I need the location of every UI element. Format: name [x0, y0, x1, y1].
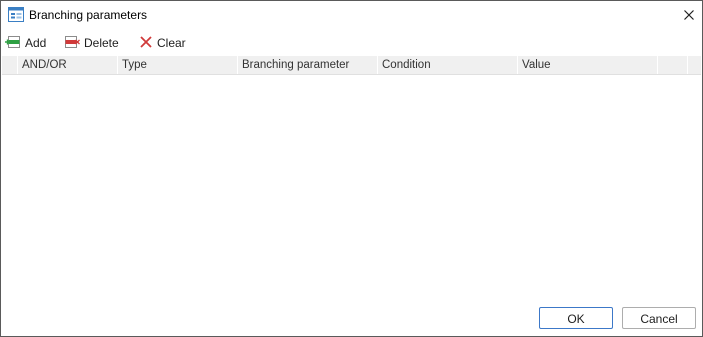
parameters-table[interactable]: AND/OR Type Branching parameter Conditio…	[2, 56, 701, 296]
clear-x-icon	[139, 35, 153, 52]
delete-label: Delete	[84, 36, 119, 50]
add-label: Add	[25, 36, 47, 50]
toolbar: Add Delete Clear	[1, 31, 702, 55]
close-button[interactable]	[677, 3, 701, 27]
row-indicator-header	[2, 56, 18, 74]
window-icon	[8, 7, 24, 22]
column-header-condition[interactable]: Condition	[378, 56, 518, 74]
branching-parameters-dialog: Branching parameters Add Delete Clear AN…	[0, 0, 703, 337]
table-header: AND/OR Type Branching parameter Conditio…	[2, 56, 701, 75]
column-header-type[interactable]: Type	[118, 56, 238, 74]
add-row-icon	[5, 35, 21, 52]
clear-label: Clear	[157, 36, 186, 50]
clear-button[interactable]: Clear	[139, 34, 186, 52]
add-button[interactable]: Add	[5, 34, 46, 52]
delete-row-icon	[64, 35, 80, 52]
close-icon	[684, 10, 694, 20]
column-header-extra	[658, 56, 688, 74]
dialog-title: Branching parameters	[29, 8, 148, 22]
cancel-button[interactable]: Cancel	[622, 307, 696, 329]
column-header-value[interactable]: Value	[518, 56, 658, 74]
column-header-and-or[interactable]: AND/OR	[18, 56, 118, 74]
column-header-filler	[688, 56, 701, 74]
title-bar: Branching parameters	[1, 1, 702, 29]
ok-button[interactable]: OK	[539, 307, 613, 329]
delete-button[interactable]: Delete	[64, 34, 119, 52]
column-header-branching-parameter[interactable]: Branching parameter	[238, 56, 378, 74]
